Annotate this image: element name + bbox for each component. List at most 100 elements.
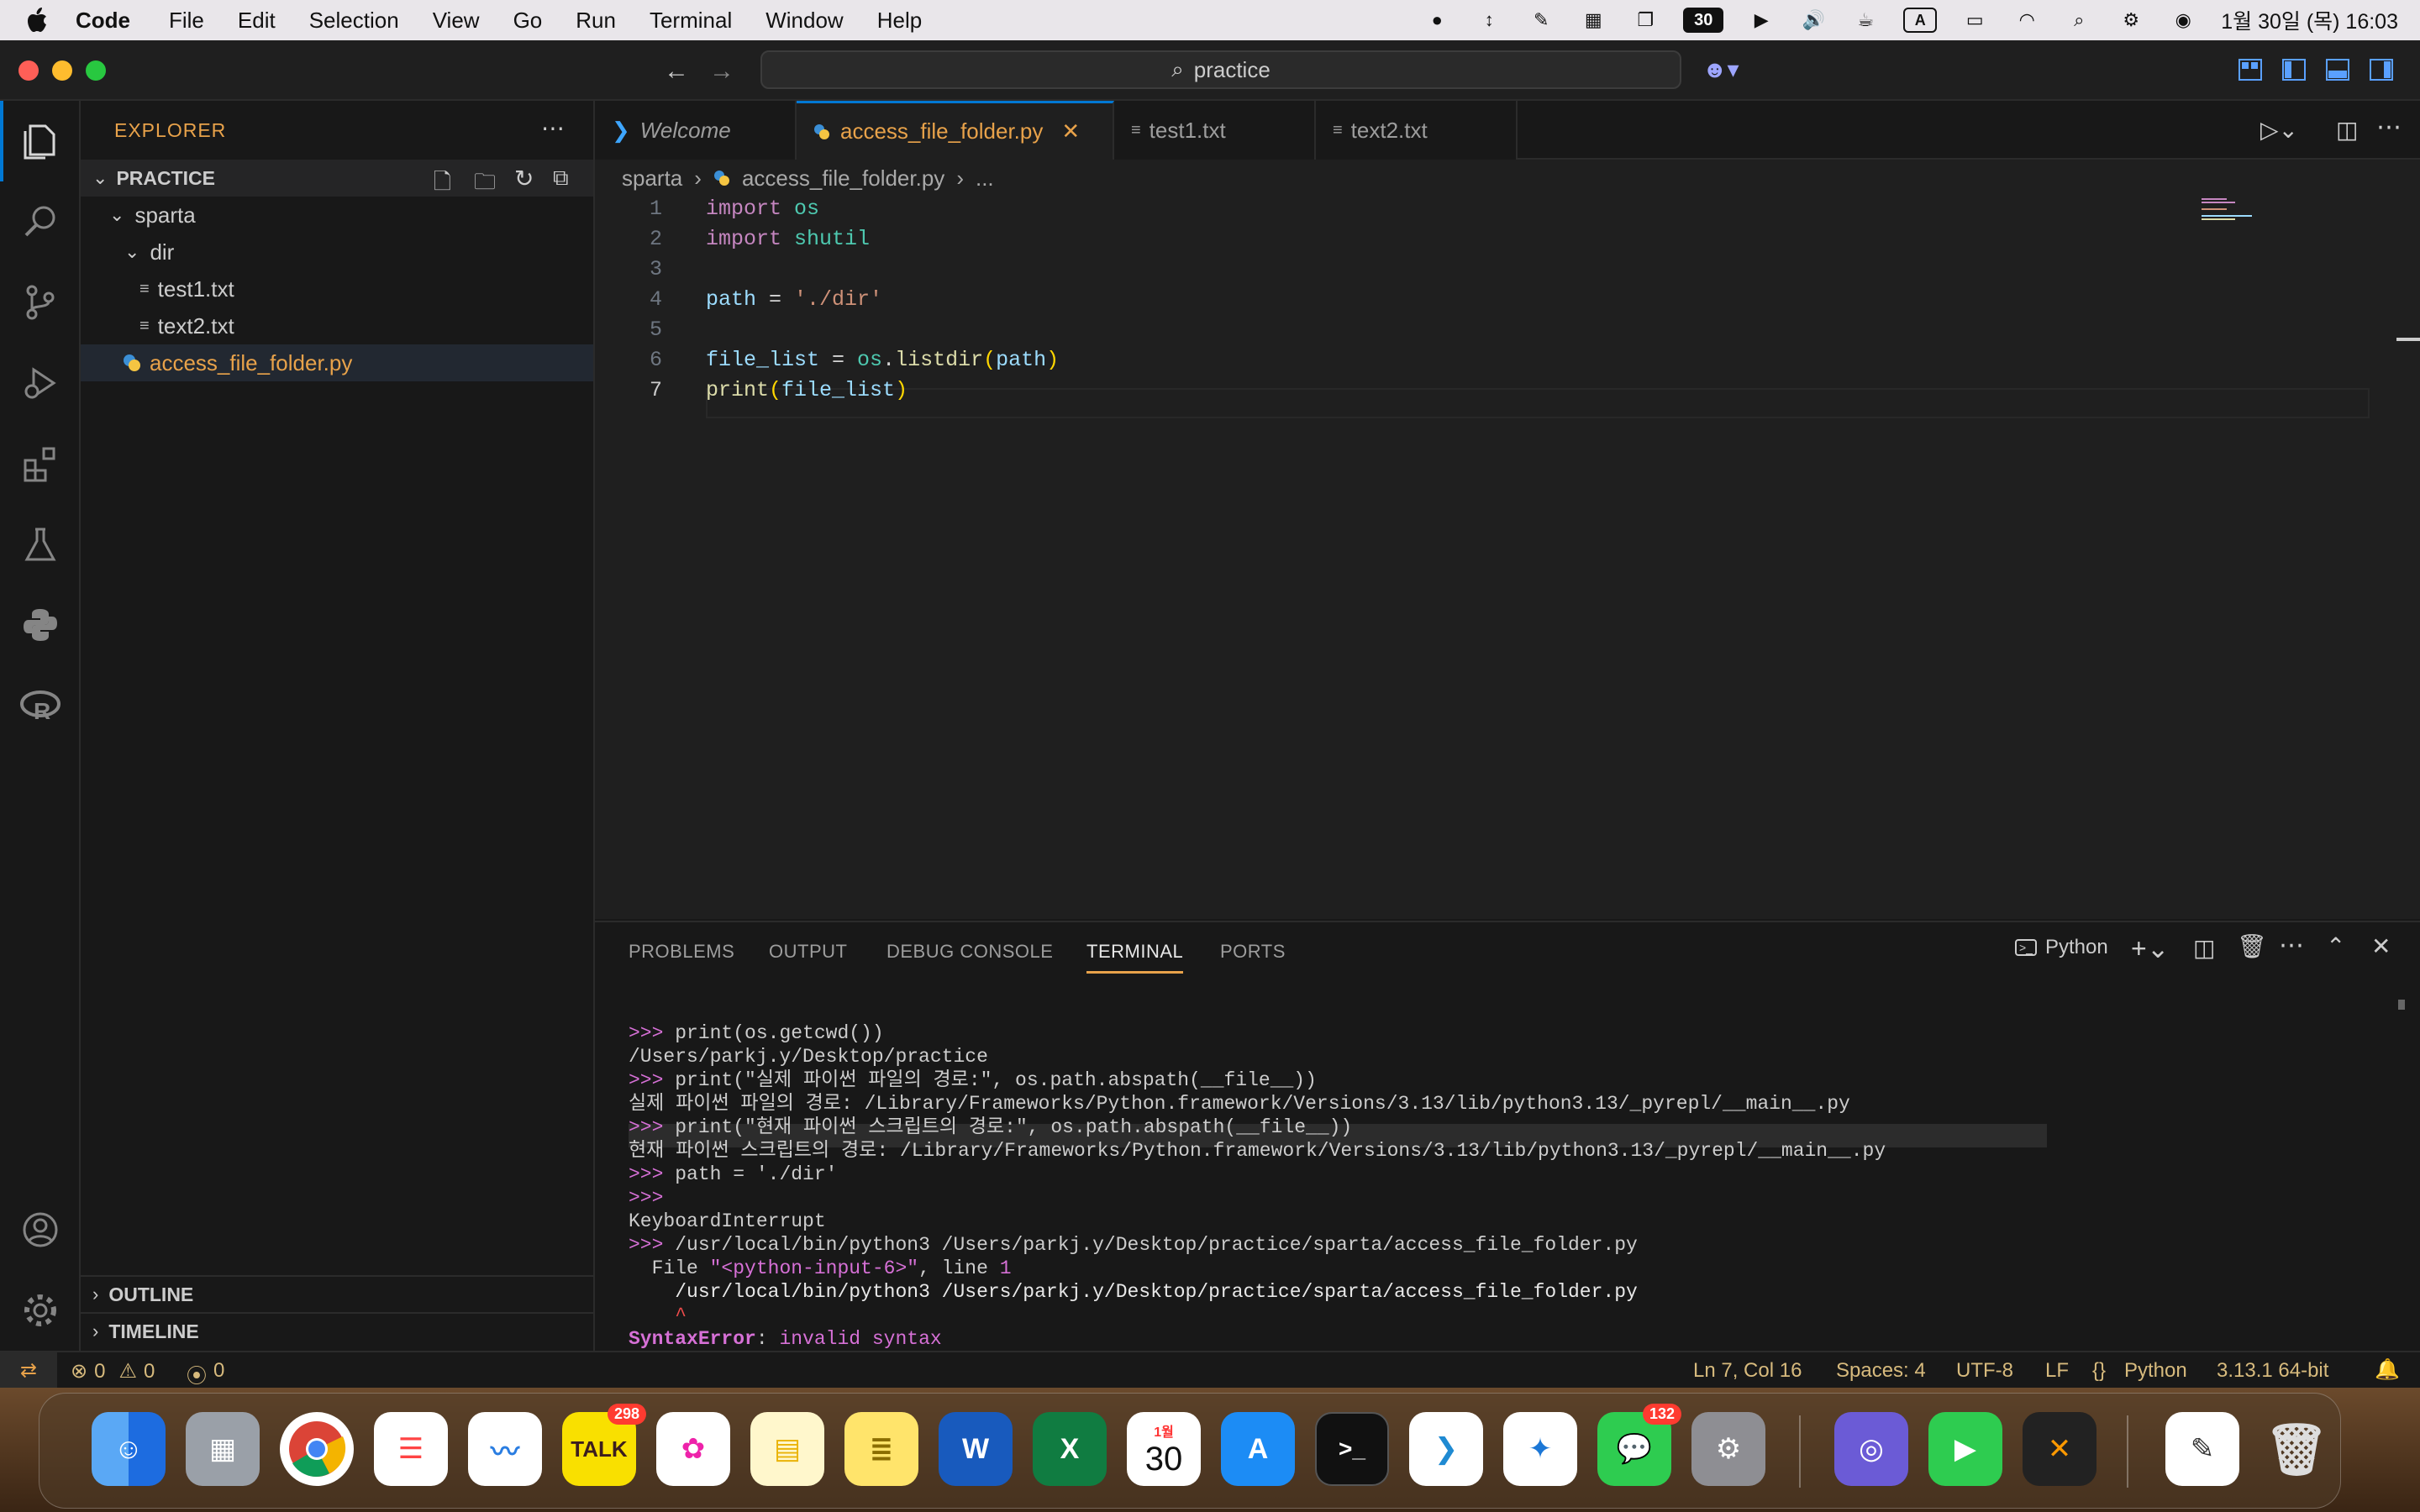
terminal-instance-selector[interactable]: >_ Python — [2015, 936, 2108, 959]
back-arrow-icon[interactable]: ← — [664, 57, 689, 86]
minimap[interactable] — [2202, 197, 2302, 222]
toggle-primary-sidebar-icon[interactable] — [2282, 59, 2306, 81]
panel-tab-terminal[interactable]: TERMINAL — [1086, 941, 1184, 974]
menu-file[interactable]: File — [169, 8, 204, 34]
testing-flask-icon[interactable] — [0, 504, 81, 585]
editor-more-icon[interactable]: ⋯ — [2376, 113, 2402, 142]
code-editor[interactable]: 1 2 3 4 5 6 7 import os import shutil pa… — [595, 197, 2420, 919]
launchpad-icon[interactable]: ▦ — [186, 1412, 260, 1486]
tree-item-sparta[interactable]: ⌄ sparta — [81, 197, 593, 234]
kakaotalk-icon[interactable]: TALK 298 — [562, 1404, 646, 1486]
ai-app-icon[interactable]: ◎ — [1834, 1412, 1908, 1486]
play-icon[interactable]: ▶ — [1747, 8, 1776, 33]
panel-tab-output[interactable]: OUTPUT — [769, 941, 847, 963]
caffeine-icon[interactable]: ☕ — [1851, 8, 1880, 33]
tree-item-text2[interactable]: ≡ text2.txt — [81, 307, 593, 344]
python-interpreter[interactable]: 3.13.1 64-bit — [2217, 1359, 2328, 1383]
workspace-root-header[interactable]: ⌄ PRACTICE 🗋 🗀 ↻ ⧉ — [81, 160, 593, 197]
breadcrumb-folder[interactable]: sparta — [622, 165, 682, 192]
terminal-scrollbar[interactable] — [2398, 1000, 2405, 1010]
menu-selection[interactable]: Selection — [309, 8, 399, 34]
breadcrumb-file[interactable]: access_file_folder.py — [742, 165, 944, 192]
remote-indicator-icon[interactable]: ⇄ — [0, 1352, 57, 1388]
maximize-panel-icon[interactable]: ⌃ — [2326, 932, 2345, 960]
cursor-position[interactable]: Ln 7, Col 16 — [1693, 1359, 1802, 1383]
search-icon[interactable] — [0, 181, 81, 262]
indentation[interactable]: Spaces: 4 — [1836, 1359, 1926, 1383]
paw-app-icon[interactable]: ✦ — [1503, 1412, 1577, 1486]
run-python-file-icon[interactable]: ▷⌄ — [2260, 116, 2298, 144]
tree-item-dir[interactable]: ⌄ dir — [81, 234, 593, 270]
stage-manager-icon[interactable]: ❐ — [1631, 8, 1660, 33]
extensions-icon[interactable] — [0, 423, 81, 504]
menu-view[interactable]: View — [433, 8, 480, 34]
problems-indicator[interactable]: ⊗ 0 ⚠ 0 — [71, 1359, 155, 1383]
explorer-icon[interactable] — [0, 101, 81, 181]
word-icon[interactable]: W — [939, 1412, 1013, 1486]
input-source-indicator[interactable]: A — [1903, 8, 1938, 33]
vscode-app-icon[interactable]: ❯ — [1409, 1412, 1483, 1486]
split-terminal-icon[interactable]: ◫ — [2193, 934, 2215, 962]
explorer-more-icon[interactable]: ⋯ — [541, 114, 565, 142]
outline-section-header[interactable]: › OUTLINE — [81, 1275, 593, 1312]
toggle-secondary-sidebar-icon[interactable] — [2370, 59, 2393, 81]
menu-go[interactable]: Go — [513, 8, 543, 34]
timeline-section-header[interactable]: › TIMELINE — [81, 1312, 593, 1349]
resize-arrows-icon[interactable]: ↕ — [1475, 8, 1503, 33]
tree-item-access-file-folder[interactable]: access_file_folder.py — [81, 344, 593, 381]
apple-logo-icon[interactable] — [0, 8, 76, 33]
notification-app-icon[interactable]: ● — [1423, 8, 1451, 33]
stickies-icon[interactable]: ≣ — [844, 1412, 918, 1486]
collapse-all-icon[interactable]: ⧉ — [553, 165, 569, 192]
toggle-panel-icon[interactable] — [2326, 59, 2349, 81]
calendar-tray[interactable]: 30 — [1683, 8, 1724, 33]
panel-tab-ports[interactable]: PORTS — [1220, 941, 1286, 963]
facetime-icon[interactable]: ▶ — [1928, 1412, 2002, 1486]
calendar-icon[interactable]: 1월 30 — [1127, 1412, 1201, 1486]
chrome-icon[interactable] — [280, 1412, 354, 1486]
r-language-icon[interactable]: R — [0, 665, 81, 746]
close-window-button[interactable] — [18, 60, 39, 81]
freeform-icon[interactable]: 〰 — [468, 1412, 542, 1486]
system-settings-icon[interactable]: ⚙ — [1691, 1412, 1765, 1486]
wifi-icon[interactable]: ◠ — [2012, 8, 2041, 33]
kill-terminal-trash-icon[interactable]: 🗑 — [2237, 932, 2267, 960]
forward-arrow-icon[interactable]: → — [709, 57, 734, 86]
copilot-icon[interactable]: ☻▾ — [1702, 55, 1739, 83]
menu-run[interactable]: Run — [576, 8, 616, 34]
refresh-icon[interactable]: ↻ — [514, 165, 534, 192]
accounts-icon[interactable] — [0, 1189, 81, 1270]
menubar-datetime[interactable]: 1월 30일 (목) 16:03 — [2221, 5, 2398, 35]
source-control-icon[interactable] — [0, 262, 81, 343]
command-center-search[interactable]: ⌕ practice — [760, 50, 1681, 89]
window-tiling-icon[interactable]: ▦ — [1579, 8, 1607, 33]
reminders-icon[interactable]: ☰ — [374, 1412, 448, 1486]
menu-window[interactable]: Window — [765, 8, 843, 34]
menu-terminal[interactable]: Terminal — [650, 8, 732, 34]
menu-app-name[interactable]: Code — [76, 8, 130, 34]
menu-edit[interactable]: Edit — [238, 8, 276, 34]
panel-tab-debug-console[interactable]: DEBUG CONSOLE — [886, 941, 1053, 963]
customize-layout-icon[interactable] — [2238, 59, 2262, 81]
tab-test1[interactable]: ≡ test1.txt — [1114, 101, 1316, 160]
textedit-icon[interactable]: ✎ — [2165, 1412, 2239, 1486]
xquartz-icon[interactable]: ✕ — [2023, 1412, 2096, 1486]
python-icon[interactable] — [0, 585, 81, 665]
panel-more-icon[interactable]: ⋯ — [2279, 931, 2304, 960]
close-tab-icon[interactable]: ✕ — [1061, 118, 1080, 144]
volume-icon[interactable]: 🔊 — [1799, 8, 1828, 33]
spotlight-search-icon[interactable]: ⌕ — [2065, 8, 2093, 33]
menu-help[interactable]: Help — [877, 8, 922, 34]
messages-icon[interactable]: 💬 132 — [1597, 1404, 1681, 1486]
app-store-icon[interactable]: A — [1221, 1412, 1295, 1486]
terminal-app-icon[interactable]: >_ — [1315, 1412, 1389, 1486]
siri-icon[interactable]: ◉ — [2169, 8, 2197, 33]
close-panel-icon[interactable]: ✕ — [2371, 932, 2391, 960]
zoom-window-button[interactable] — [86, 60, 106, 81]
photos-icon[interactable]: ✿ — [656, 1412, 730, 1486]
tab-welcome[interactable]: ❯ Welcome — [595, 101, 797, 160]
end-of-line[interactable]: LF — [2045, 1359, 2069, 1383]
excel-icon[interactable]: X — [1033, 1412, 1107, 1486]
tab-access-file-folder[interactable]: access_file_folder.py ✕ — [797, 101, 1114, 160]
notes-icon[interactable]: ▤ — [750, 1412, 824, 1486]
